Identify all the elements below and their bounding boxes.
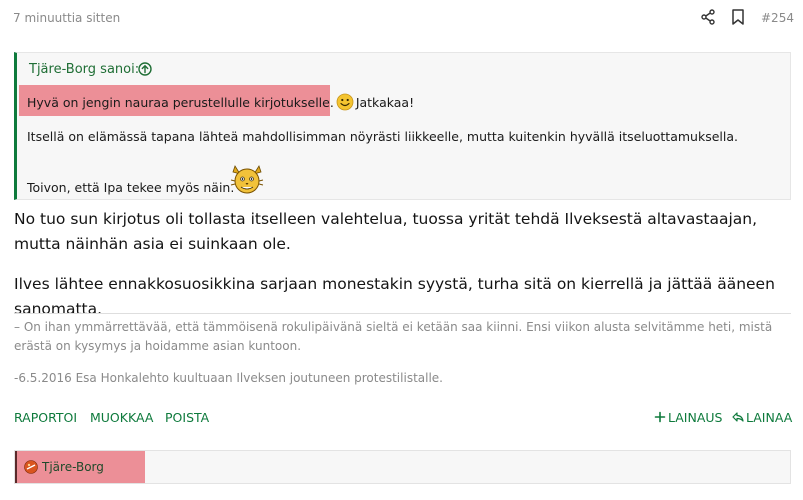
- edit-button[interactable]: Muokkaa: [90, 410, 153, 425]
- delete-button[interactable]: Poista: [165, 410, 209, 425]
- post-paragraph-2: Ilves lähtee ennakkosuosikkina sarjaan m…: [14, 275, 775, 318]
- signature-line-1: – On ihan ymmärrettävää, että tämmöisenä…: [14, 320, 773, 353]
- multi-quote-button[interactable]: Lainaus: [654, 410, 722, 425]
- post-header: 7 minuuttia sitten #254: [0, 0, 803, 36]
- arrow-up-circle-icon[interactable]: [138, 62, 152, 76]
- quote-line-2: Itsellä on elämässä tapana lähteä mahdol…: [27, 129, 738, 144]
- signature-divider: [14, 313, 791, 314]
- avatar-icon[interactable]: [24, 460, 38, 474]
- bookmark-icon[interactable]: [731, 9, 745, 25]
- quote-text-rest: Jatkakaa!: [355, 95, 415, 110]
- next-post-author[interactable]: Tjäre-Borg: [42, 460, 104, 474]
- next-post-card: Tjäre-Borg: [14, 450, 791, 484]
- signature-line-2: -6.5.2016 Esa Honkalehto kuultuaan Ilvek…: [14, 371, 443, 385]
- quote-line-1: Hyvä on jengin nauraa perustellulle kirj…: [27, 93, 414, 111]
- post-timestamp[interactable]: 7 minuuttia sitten: [13, 11, 120, 25]
- quote-highlighted-text: Hyvä on jengin nauraa perustellulle kirj…: [27, 95, 334, 110]
- quote-author[interactable]: Tjäre-Borg sanoi:: [29, 62, 139, 77]
- quote-block: Tjäre-Borg sanoi: Hyvä on jengin nauraa …: [14, 52, 791, 200]
- reply-quote-label: Lainaa: [746, 410, 793, 425]
- reply-quote-button[interactable]: Lainaa: [732, 410, 792, 425]
- reply-icon: [732, 412, 744, 422]
- smiley-icon: [336, 93, 354, 111]
- post-number[interactable]: #254: [761, 11, 794, 25]
- share-icon[interactable]: [700, 9, 716, 25]
- post-paragraph-1: No tuo sun kirjotus oli tollasta itselle…: [14, 210, 758, 253]
- lynx-mascot-icon: [230, 165, 264, 194]
- report-button[interactable]: Raportoi: [14, 410, 77, 425]
- plus-icon: [654, 411, 666, 423]
- multi-quote-label: Lainaus: [668, 410, 723, 425]
- quote-line-3: Toivon, että Ipa tekee myös näin.: [27, 180, 235, 195]
